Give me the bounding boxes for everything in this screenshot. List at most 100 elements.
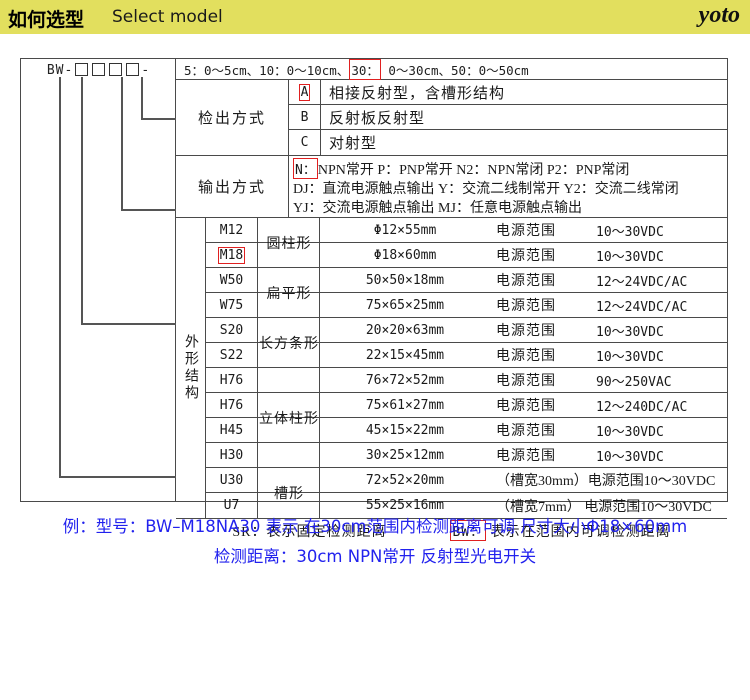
shape-dimension: 72×52×20mm (320, 468, 490, 492)
detection-method-rows: A 相接反射型，含槽形结构 B 反射板反射型 C 对射型 (289, 80, 727, 155)
model-code-diagram: BW- - (21, 59, 176, 501)
detection-range-post: 0～30cm、50：0～50cm (381, 60, 529, 79)
example-block: 例：型号：BW–M18NA30 表示 在30cm范围内检测距离可调 尺寸大小Φ1… (0, 512, 750, 572)
output-line-1-text: NPN常开 P：PNP常开 N2：NPN常闭 P2：PNP常闭 (318, 163, 630, 178)
shape-power-value: 10～30VDC (586, 218, 727, 242)
shape-dimension: 20×20×63mm (320, 318, 490, 342)
shape-dimension: Φ18×60mm (320, 243, 490, 267)
shape-group: 长方条形 (258, 318, 320, 368)
shape-code: H76 (206, 368, 258, 392)
output-method-lines: N：NPN常开 P：PNP常开 N2：NPN常闭 P2：PNP常闭 DJ：直流电… (289, 156, 727, 217)
shape-group: 立体柱形 (258, 368, 320, 468)
row-detection-method: 检出方式 A 相接反射型，含槽形结构 B 反射板反射型 C 对射型 (176, 80, 727, 156)
output-line-2: DJ：直流电源触点输出 Y：交流二线制常开 Y2：交流二线常闭 (293, 180, 727, 199)
detection-code-text: A (299, 84, 311, 101)
leader-line-4-vertical (141, 77, 143, 119)
shape-code: W75 (206, 293, 258, 317)
table-row: C 对射型 (289, 130, 727, 155)
shape-power-label: 电源范围 (490, 293, 586, 317)
detection-range-highlight: 30： (349, 59, 381, 80)
shape-power-value: 12～24VDC/AC (586, 268, 727, 292)
shape-slot-spec: （槽宽30mm）电源范围10～30VDC (490, 468, 727, 492)
table-content: 5：0～5cm、10：0～10cm、30： 0～30cm、50：0～50cm 检… (176, 59, 727, 501)
shape-power-value: 10～30VDC (586, 318, 727, 342)
shape-power-label: 电源范围 (490, 218, 586, 242)
leader-line-1-vertical (59, 77, 61, 477)
shape-power-value: 10～30VDC (586, 243, 727, 267)
code-box-1 (75, 63, 88, 76)
shape-code: M12 (206, 218, 258, 242)
detection-code: B (289, 105, 321, 129)
shape-group: 槽形 (258, 468, 320, 518)
row-output-method: 输出方式 N：NPN常开 P：PNP常开 N2：NPN常闭 P2：PNP常闭 D… (176, 156, 727, 218)
shape-power-label: 电源范围 (490, 343, 586, 367)
brand-logo: yoto (699, 2, 740, 29)
shape-power-value: 10～30VDC (586, 418, 727, 442)
shape-power-label: 电源范围 (490, 443, 586, 467)
shape-dimension: Φ12×55mm (320, 218, 490, 242)
row-shape-structure: 外形结构 圆柱形 扁平形 长方条形 立体柱形 槽形 M12 Φ12×55mm (176, 218, 727, 519)
shape-power-label: 电源范围 (490, 268, 586, 292)
example-line-2: 检测距离：30cm NPN常开 反射型光电开关 (0, 542, 750, 572)
shape-dimension: 22×15×45mm (320, 343, 490, 367)
leader-line-3-vertical (121, 77, 123, 210)
model-suffix: - (141, 63, 150, 78)
shape-dimension: 45×15×22mm (320, 418, 490, 442)
code-box-3 (109, 63, 122, 76)
table-row: A 相接反射型，含槽形结构 (289, 80, 727, 105)
shape-dimension: 75×61×27mm (320, 393, 490, 417)
code-box-2 (92, 63, 105, 76)
model-selection-table: BW- - 5：0～5cm、10：0～10cm、30： 0～30cm、50：0～5… (20, 58, 728, 502)
shape-code: W50 (206, 268, 258, 292)
shape-code: H30 (206, 443, 258, 467)
page-title-cn: 如何选型 (8, 5, 84, 32)
shape-power-value: 10～30VDC (586, 443, 727, 467)
shape-code: M18 (206, 243, 258, 267)
shape-code: H45 (206, 418, 258, 442)
leader-line-1-horizontal (59, 476, 176, 478)
shape-dimension: 50×50×18mm (320, 268, 490, 292)
code-box-4 (126, 63, 139, 76)
shape-code-text: M18 (218, 247, 245, 264)
page-header: 如何选型 Select model yoto (0, 0, 750, 34)
shape-group: 圆柱形 (258, 218, 320, 268)
leader-line-3-horizontal (121, 209, 176, 211)
shape-code: H76 (206, 393, 258, 417)
shape-group-column: 圆柱形 扁平形 长方条形 立体柱形 槽形 (258, 218, 320, 518)
detection-code: A (289, 80, 321, 104)
row-detection-range: 5：0～5cm、10：0～10cm、30： 0～30cm、50：0～50cm (176, 59, 727, 80)
leader-line-4-horizontal (141, 118, 176, 120)
model-code-line: BW- - (21, 63, 176, 78)
shape-power-value: 90～250VAC (586, 368, 727, 392)
shape-code: U30 (206, 468, 258, 492)
shape-power-label: 电源范围 (490, 368, 586, 392)
example-line-1: 例：型号：BW–M18NA30 表示 在30cm范围内检测距离可调 尺寸大小Φ1… (0, 512, 750, 542)
output-line-1: N：NPN常开 P：PNP常开 N2：NPN常闭 P2：PNP常闭 (293, 158, 727, 180)
shape-power-label: 电源范围 (490, 393, 586, 417)
shape-code: S22 (206, 343, 258, 367)
detection-range-cell: 5：0～5cm、10：0～10cm、30： 0～30cm、50：0～50cm (176, 59, 727, 79)
model-prefix: BW- (47, 63, 73, 78)
detection-desc: 对射型 (321, 132, 377, 153)
shape-power-label: 电源范围 (490, 418, 586, 442)
leader-line-2-horizontal (81, 323, 176, 325)
shape-structure-label-text: 外形结构 (183, 334, 198, 402)
shape-dimension: 76×72×52mm (320, 368, 490, 392)
shape-code: S20 (206, 318, 258, 342)
output-line-3: YJ：交流电源触点输出 MJ：任意电源触点输出 (293, 199, 727, 218)
detection-desc: 相接反射型，含槽形结构 (321, 82, 505, 103)
shape-dimension: 75×65×25mm (320, 293, 490, 317)
shape-structure-label: 外形结构 (176, 218, 206, 518)
shape-power-value: 12～240DC/AC (586, 393, 727, 417)
detection-code: C (289, 130, 321, 155)
shape-rows: 圆柱形 扁平形 长方条形 立体柱形 槽形 M12 Φ12×55mm 电源范围 1… (206, 218, 727, 518)
shape-power-value: 12～24VDC/AC (586, 293, 727, 317)
detection-desc: 反射板反射型 (321, 107, 425, 128)
shape-dimension: 30×25×12mm (320, 443, 490, 467)
shape-group: 扁平形 (258, 268, 320, 318)
shape-power-label: 电源范围 (490, 318, 586, 342)
shape-power-label: 电源范围 (490, 243, 586, 267)
page-title-en: Select model (112, 7, 223, 27)
detection-range-pre: 5：0～5cm、10：0～10cm、 (184, 60, 349, 79)
table-row: B 反射板反射型 (289, 105, 727, 130)
